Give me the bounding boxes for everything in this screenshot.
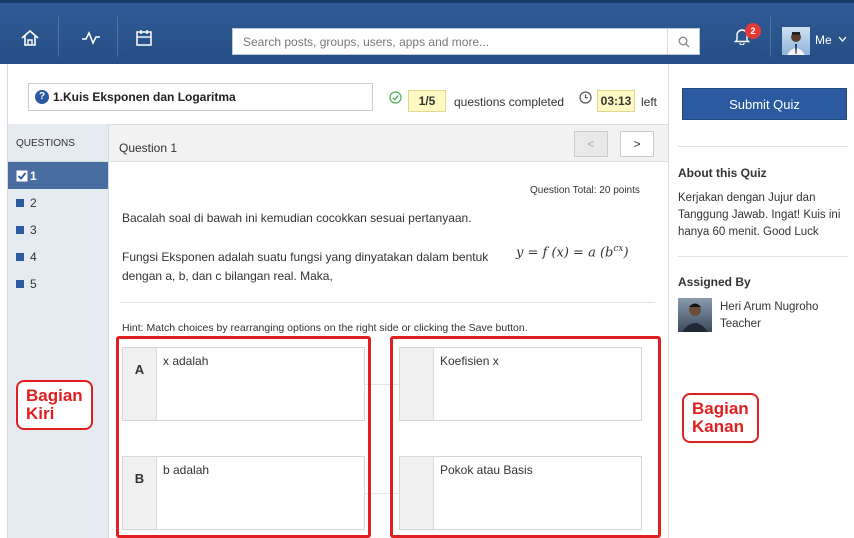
nav-divider <box>770 17 771 57</box>
search-input[interactable] <box>233 29 665 54</box>
question-item-label: 2 <box>30 195 37 210</box>
question-header: Question 1 < > <box>109 124 668 162</box>
progress-label: questions completed <box>454 95 565 109</box>
square-icon <box>16 252 24 261</box>
chevron-down-icon[interactable] <box>838 34 847 45</box>
teacher-avatar[interactable] <box>678 298 712 332</box>
right-part-highlight <box>390 336 661 538</box>
assigned-by-title: Assigned By <box>678 275 751 289</box>
question-item-label: 4 <box>30 249 37 264</box>
about-quiz-title: About this Quiz <box>678 166 767 180</box>
timer: 03:13 <box>597 90 635 112</box>
divider <box>120 302 655 303</box>
square-icon <box>16 198 24 207</box>
questions-list: QUESTIONS 1 2 3 4 5 <box>8 124 109 538</box>
sidebar-border <box>668 64 669 538</box>
notification-badge: 2 <box>745 23 761 39</box>
activity-icon[interactable] <box>80 27 102 49</box>
question-item-label: 3 <box>30 222 37 237</box>
user-avatar[interactable] <box>782 27 810 55</box>
sidebar-divider <box>678 256 848 257</box>
sidebar-divider <box>678 146 848 147</box>
clock-icon <box>579 91 592 107</box>
formula-main: y = f (x) = a (b <box>516 245 614 261</box>
question-item-1[interactable]: 1 <box>8 162 108 189</box>
question-mark-icon: ? <box>35 90 49 104</box>
question-item-4[interactable]: 4 <box>8 243 108 270</box>
nav-divider <box>58 17 59 57</box>
search-button[interactable] <box>667 29 699 54</box>
callout-line: Kanan <box>692 417 744 436</box>
left-part-callout: Bagian Kiri <box>16 380 93 430</box>
next-question-button[interactable]: > <box>620 131 654 157</box>
quiz-title: 1.Kuis Eksponen dan Logaritma <box>53 90 236 104</box>
formula: y = f (x) = a (bcx) <box>516 244 629 260</box>
question-item-5[interactable]: 5 <box>8 270 108 297</box>
formula-close: ) <box>623 245 629 261</box>
check-circle-icon <box>389 91 402 107</box>
right-part-callout: Bagian Kanan <box>682 393 759 443</box>
progress-counter: 1/5 <box>408 90 446 112</box>
question-item-2[interactable]: 2 <box>8 189 108 216</box>
question-item-label: 1 <box>30 168 37 183</box>
question-text: Fungsi Eksponen adalah suatu fungsi yang… <box>122 250 489 264</box>
calendar-icon[interactable] <box>133 27 155 49</box>
checkbox-checked-icon <box>16 170 28 182</box>
teacher-role: Teacher <box>720 318 761 330</box>
question-item-label: 5 <box>30 276 37 291</box>
left-part-highlight <box>116 336 371 538</box>
callout-line: Kiri <box>26 404 55 423</box>
question-total: Question Total: 20 points <box>530 185 640 196</box>
square-icon <box>16 225 24 234</box>
previous-question-button[interactable]: < <box>574 131 608 157</box>
question-instruction: Bacalah soal di bawah ini kemudian cocok… <box>122 211 472 225</box>
user-menu-label[interactable]: Me <box>815 33 832 47</box>
quiz-title-box: ? 1.Kuis Eksponen dan Logaritma <box>28 83 373 111</box>
home-icon[interactable] <box>19 27 41 49</box>
top-navigation-bar: 2 Me <box>0 0 854 64</box>
formula-exponent: cx <box>613 244 624 254</box>
hint-text: Hint: Match choices by rearranging optio… <box>122 322 528 334</box>
callout-line: Bagian <box>692 399 749 418</box>
question-text-continued: dengan a, b, dan c bilangan real. Maka, <box>122 269 333 283</box>
square-icon <box>16 279 24 288</box>
question-item-3[interactable]: 3 <box>8 216 108 243</box>
callout-line: Bagian <box>26 386 83 405</box>
submit-quiz-button[interactable]: Submit Quiz <box>682 88 847 120</box>
about-quiz-text: Kerjakan dengan Jujur dan Tanggung Jawab… <box>678 192 841 238</box>
nav-divider <box>117 17 118 57</box>
search-bar <box>232 28 700 55</box>
questions-header: QUESTIONS <box>8 124 108 162</box>
teacher-name[interactable]: Heri Arum Nugroho <box>720 301 818 313</box>
search-icon <box>678 36 689 47</box>
question-label: Question 1 <box>119 141 178 155</box>
timer-label: left <box>641 95 658 109</box>
